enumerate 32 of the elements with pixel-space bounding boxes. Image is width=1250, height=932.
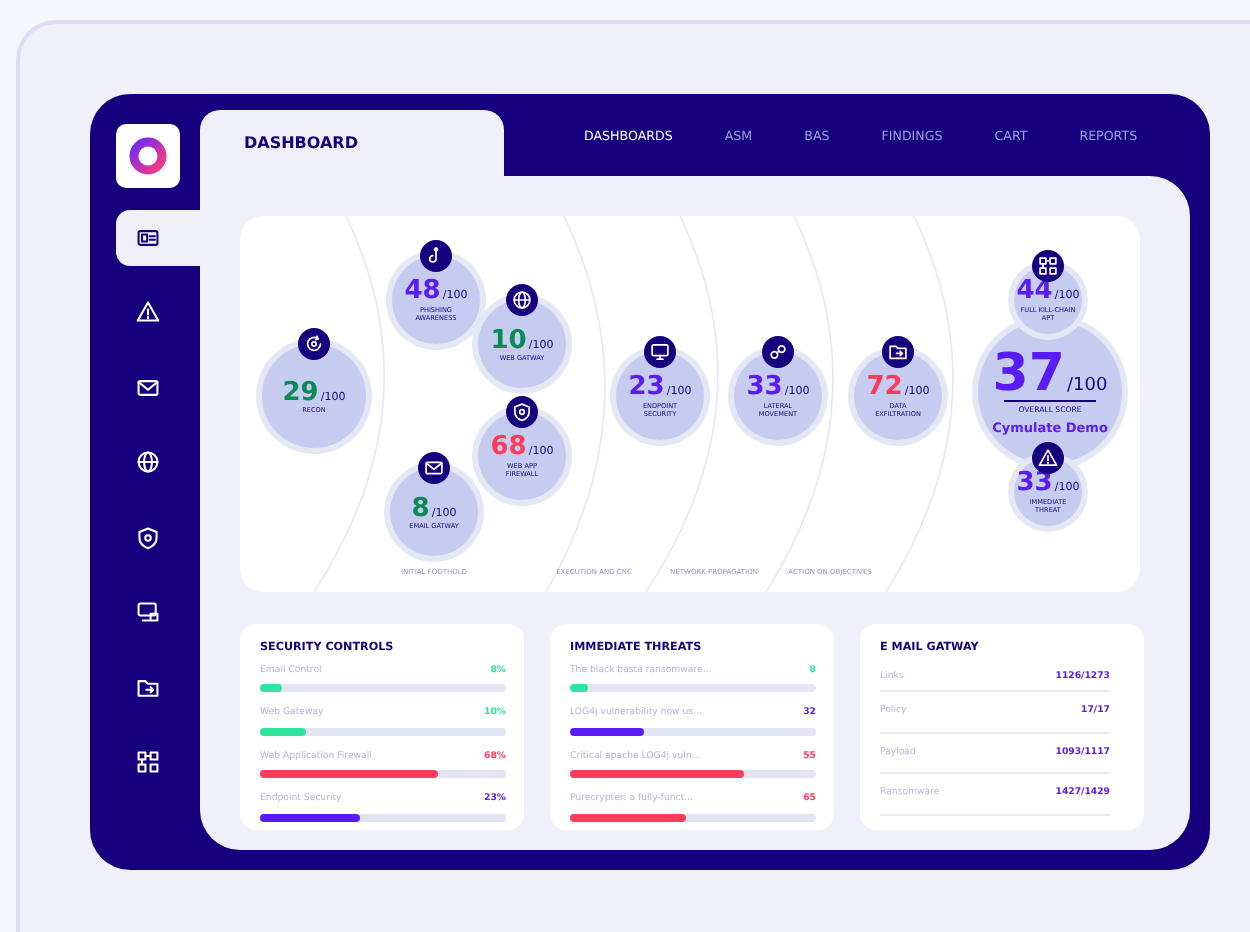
ring-logo-icon bbox=[128, 136, 168, 176]
network-icon bbox=[1038, 256, 1058, 276]
circular-arrow-icon bbox=[304, 334, 324, 354]
score-value: 23 bbox=[628, 378, 665, 400]
score-value: 10 bbox=[490, 331, 527, 352]
network-icon bbox=[136, 750, 160, 775]
score-value: 29 bbox=[282, 383, 319, 404]
score-value: 44 bbox=[1016, 282, 1053, 304]
page-title: DASHBOARD bbox=[244, 134, 358, 152]
score-value: 33 bbox=[1016, 474, 1053, 496]
score-value: 8 bbox=[411, 499, 430, 520]
globe-icon bbox=[512, 290, 532, 310]
score-max: /100 bbox=[1066, 378, 1108, 397]
folder-arrow-icon bbox=[888, 342, 908, 362]
mail-icon bbox=[424, 458, 444, 478]
monitor-icon bbox=[650, 342, 670, 362]
folder-arrow-icon bbox=[136, 675, 160, 700]
shield-icon bbox=[512, 402, 532, 422]
link-icon bbox=[768, 342, 788, 362]
sidebar-item[interactable] bbox=[116, 209, 200, 266]
score-value: 37 bbox=[992, 354, 1065, 396]
mail-icon bbox=[136, 375, 160, 400]
score-value: 72 bbox=[866, 378, 903, 400]
score-value: 68 bbox=[490, 438, 527, 460]
warning-icon bbox=[136, 300, 160, 325]
warning-icon bbox=[1038, 448, 1058, 468]
score-value: 48 bbox=[404, 282, 441, 304]
shield-icon bbox=[136, 525, 160, 550]
card-icon bbox=[136, 225, 160, 250]
score-value: 33 bbox=[746, 378, 783, 400]
monitor-lock-icon bbox=[136, 600, 160, 625]
globe-icon bbox=[136, 450, 160, 475]
